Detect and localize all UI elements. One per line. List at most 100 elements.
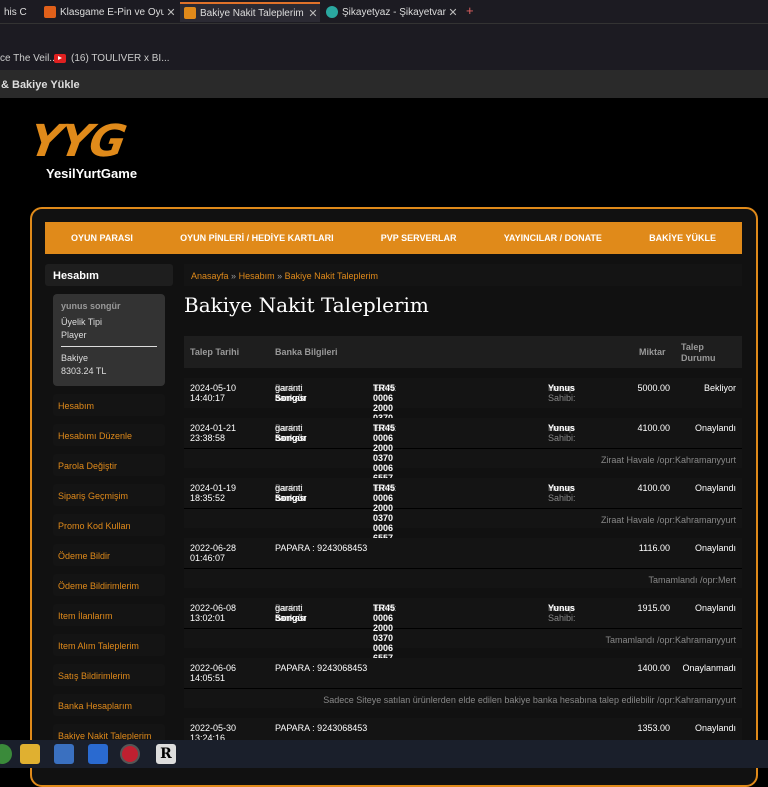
row-note: Tamamlandı /opr:Kahramanyyurt	[184, 628, 742, 648]
nav-item-bakiye-yukle[interactable]: BAKİYE YÜKLE	[649, 233, 716, 243]
row-main: 2024-01-21 23:38:58 Banka: garanti bankası…	[184, 418, 742, 493]
sidebar-item-hesabimi-duzenle[interactable]: Hesabımı Düzenle	[53, 424, 165, 446]
sidebar-item-odeme-bildir[interactable]: Ödeme Bildir	[53, 544, 165, 566]
table-row: 2024-01-21 23:38:58 Banka: garanti bankası…	[184, 418, 742, 493]
breadcrumb: Anasayfa » Hesabım » Bakiye Nakit Talepl…	[184, 264, 742, 286]
row-main: 2024-01-19 18:35:52 Banka: garanti bankası…	[184, 478, 742, 553]
breadcrumb-separator: »	[231, 271, 237, 281]
page-header-text: & Bakiye Yükle	[1, 79, 80, 91]
nav-item-oyun-parasi[interactable]: OYUN PARASI	[71, 233, 133, 243]
sidebar-item-banka-hesaplarim[interactable]: Banka Hesaplarım	[53, 694, 165, 716]
breadcrumb-link[interactable]: Anasayfa	[191, 271, 229, 281]
youtube-icon	[54, 54, 66, 63]
sidebar-item-item-alim-taleplerim[interactable]: Item Alım Taleplerim	[53, 634, 165, 656]
klasgame-favicon-icon	[44, 6, 56, 18]
browser-tab[interactable]: Şikayetyaz - Şikayetvar ✕	[322, 2, 460, 22]
table-row: 2022-06-06 14:05:51 PAPARA : 9243068453 140…	[184, 658, 742, 708]
browser-tab[interactable]: his C	[0, 2, 38, 22]
site-logo[interactable]: YYG YesilYurtGame	[26, 116, 138, 181]
holder-value-cont: Songür	[275, 393, 307, 403]
file-explorer-icon[interactable]	[20, 744, 40, 764]
account-sidebar: Hesabım yunus songür Üyelik Tipi Player …	[45, 264, 173, 746]
papara-info: PAPARA : 9243068453	[275, 543, 368, 553]
request-status: Onaylanmadı	[682, 663, 736, 673]
browser-tab[interactable]: Klasgame E-Pin ve Oyun Ü ✕	[40, 2, 178, 22]
app-icon[interactable]	[0, 744, 12, 764]
opera-icon[interactable]	[120, 744, 140, 764]
nav-item-yayincilar[interactable]: YAYINCILAR / DONATE	[504, 233, 602, 243]
breadcrumb-separator: »	[277, 271, 283, 281]
table-row: 2024-01-19 18:35:52 Banka: garanti bankası…	[184, 478, 742, 553]
username: yunus songür	[61, 301, 121, 311]
holder-value: Yunus	[548, 483, 576, 493]
request-amount: 4100.00	[637, 483, 670, 493]
main-content: Anasayfa » Hesabım » Bakiye Nakit Talepl…	[184, 264, 742, 748]
request-date: 2022-05-30	[190, 723, 237, 733]
request-amount: 4100.00	[637, 423, 670, 433]
request-amount: 1353.00	[637, 723, 670, 733]
sidebar-item-odeme-bildirimlerim[interactable]: Ödeme Bildirimlerim	[53, 574, 165, 596]
close-tab-icon[interactable]: ✕	[306, 7, 320, 20]
request-date: 2024-05-10	[190, 383, 237, 393]
sidebar-item-parola-degistir[interactable]: Parola Değiştir	[53, 454, 165, 476]
request-time: 13:02:01	[190, 613, 226, 623]
new-tab-button[interactable]: +	[466, 3, 474, 18]
request-status: Onaylandı	[694, 543, 736, 553]
sikayetvar-favicon-icon	[326, 6, 338, 18]
request-status: Onaylandı	[694, 423, 736, 433]
row-main: 2024-05-10 14:40:17 Banka: garanti bankası…	[184, 378, 742, 453]
page-header-bar: & Bakiye Yükle	[0, 70, 768, 98]
logo-mark: YYG	[25, 116, 129, 167]
sidebar-item-satis-bildirimlerim[interactable]: Satış Bildirimlerim	[53, 664, 165, 686]
row-note: Ziraat Havale /opr:Kahramanyyurt	[184, 508, 742, 528]
table-row: 2022-06-08 13:02:01 Banka: garanti bankası…	[184, 598, 742, 673]
request-status: Bekliyor	[703, 383, 736, 393]
holder-value: Yunus	[548, 603, 576, 613]
tab-label: Bakiye Nakit Taleplerim - Y	[200, 7, 306, 19]
sidebar-item-item-ilanlarim[interactable]: Item İlanlarım	[53, 604, 165, 626]
sidebar-item-hesabim[interactable]: Hesabım	[53, 394, 165, 416]
yyg-favicon-icon	[184, 7, 196, 19]
request-time: 18:35:52	[190, 493, 226, 503]
browser-toolbar	[0, 24, 768, 48]
nav-item-pvp-serverlar[interactable]: PVP SERVERLAR	[381, 233, 457, 243]
request-amount: 5000.00	[637, 383, 670, 393]
close-tab-icon[interactable]: ✕	[164, 6, 178, 19]
main-nav: OYUN PARASI OYUN PİNLERİ / HEDİYE KARTLA…	[45, 222, 742, 254]
request-amount: 1915.00	[637, 603, 670, 613]
close-tab-icon[interactable]: ✕	[446, 6, 460, 19]
bookmark-item[interactable]: ce The Veil...	[0, 53, 58, 64]
column-header-amount: Miktar	[639, 347, 666, 357]
balance-value: 8303.24 TL	[61, 366, 107, 376]
bookmarks-bar: ce The Veil... (16) TOULIVER x BI...	[0, 48, 768, 70]
browser-tab-active[interactable]: Bakiye Nakit Taleplerim - Y ✕	[180, 2, 320, 22]
request-status: Onaylandı	[694, 483, 736, 493]
mail-icon[interactable]	[88, 744, 108, 764]
divider	[61, 346, 157, 347]
holder-value-cont: Songür	[275, 493, 307, 503]
logo-text: YesilYurtGame	[46, 166, 138, 181]
membership-label: Üyelik Tipi	[61, 317, 103, 327]
holder-value-cont: Songür	[275, 433, 307, 443]
membership-value: Player	[61, 330, 87, 340]
sidebar-item-siparis-gecmisim[interactable]: Sipariş Geçmişim	[53, 484, 165, 506]
row-note: Ziraat Havale /opr:Kahramanyyurt	[184, 448, 742, 468]
request-time: 23:38:58	[190, 433, 226, 443]
r-app-icon[interactable]: R	[156, 744, 176, 764]
store-icon[interactable]	[54, 744, 74, 764]
request-amount: 1116.00	[638, 543, 670, 553]
breadcrumb-link[interactable]: Hesabım	[239, 271, 275, 281]
request-date: 2022-06-08	[190, 603, 237, 613]
request-status: Onaylandı	[694, 723, 736, 733]
page-title: Bakiye Nakit Taleplerim	[184, 293, 429, 317]
profile-card: yunus songür Üyelik Tipi Player Bakiye 8…	[53, 294, 165, 386]
papara-info: PAPARA : 9243068453	[275, 723, 368, 733]
bookmark-item[interactable]: (16) TOULIVER x BI...	[54, 53, 170, 64]
requests-table-body: 2024-05-10 14:40:17 Banka: garanti bankası…	[184, 378, 742, 748]
nav-item-oyun-pinleri[interactable]: OYUN PİNLERİ / HEDİYE KARTLARI	[180, 233, 334, 243]
row-note: Tamamlandı /opr:Mert	[184, 568, 742, 588]
request-amount: 1400.00	[637, 663, 670, 673]
sidebar-item-promo-kod[interactable]: Promo Kod Kullan	[53, 514, 165, 536]
column-header-status: Talep Durumu	[681, 342, 716, 363]
request-date: 2024-01-21	[190, 423, 237, 433]
